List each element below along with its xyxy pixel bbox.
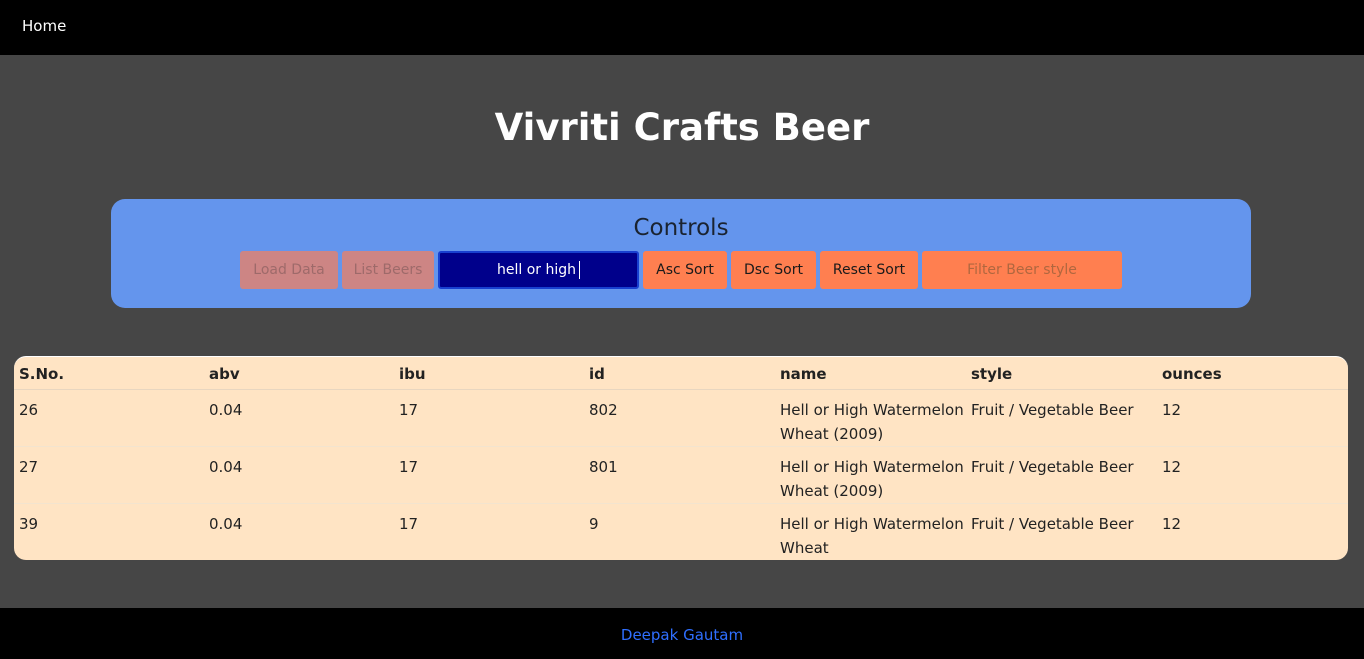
header-id: id [589,365,605,383]
header-name: name [780,365,827,383]
footer: Deepak Gautam [0,608,1364,659]
cell-ibu: 17 [399,515,419,533]
cell-ibu: 17 [399,458,419,476]
controls-panel: Controls Load Data List Beers hell or hi… [111,199,1251,308]
cell-ounces: 12 [1162,401,1182,419]
cell-name: Hell or High Watermelon Wheat (2009) [780,458,964,500]
cell-id: 802 [589,401,618,419]
header-style: style [971,365,1013,383]
cell-ibu: 17 [399,401,419,419]
beer-table: S.No. abv ibu id name style ounces 26 0.… [14,356,1348,560]
asc-sort-button[interactable]: Asc Sort [643,251,727,289]
reset-sort-button[interactable]: Reset Sort [820,251,918,289]
filter-beer-style-input[interactable]: Filter Beer style [922,251,1122,289]
table-row: 39 0.04 17 9 Hell or High Watermelon Whe… [14,504,1348,560]
cell-abv: 0.04 [209,401,243,419]
cell-abv: 0.04 [209,515,243,533]
table-row: 26 0.04 17 802 Hell or High Watermelon W… [14,390,1348,447]
search-input[interactable]: hell or high [438,251,639,289]
cell-style: Fruit / Vegetable Beer [971,401,1134,419]
cell-sno: 27 [19,458,39,476]
controls-title: Controls [633,215,729,241]
cell-id: 9 [589,515,599,533]
nav-home-link[interactable]: Home [22,17,66,35]
cell-ounces: 12 [1162,515,1182,533]
cell-id: 801 [589,458,618,476]
cell-abv: 0.04 [209,458,243,476]
cell-name: Hell or High Watermelon Wheat (2009) [780,401,964,443]
cell-sno: 39 [19,515,39,533]
text-cursor [579,261,580,279]
list-beers-button[interactable]: List Beers [342,251,434,289]
cell-style: Fruit / Vegetable Beer [971,458,1134,476]
cell-sno: 26 [19,401,39,419]
top-navbar: Home [0,0,1364,55]
cell-name: Hell or High Watermelon Wheat [780,515,964,557]
table-header-row: S.No. abv ibu id name style ounces [14,357,1348,390]
table-row: 27 0.04 17 801 Hell or High Watermelon W… [14,447,1348,504]
author-link[interactable]: Deepak Gautam [0,626,1364,644]
load-data-button[interactable]: Load Data [240,251,338,289]
cell-ounces: 12 [1162,458,1182,476]
header-sno: S.No. [19,365,65,383]
filter-placeholder: Filter Beer style [967,262,1077,278]
search-input-value: hell or high [496,262,576,278]
header-ounces: ounces [1162,365,1222,383]
header-abv: abv [209,365,240,383]
header-ibu: ibu [399,365,426,383]
cell-style: Fruit / Vegetable Beer [971,515,1134,533]
page-title: Vivriti Crafts Beer [494,106,870,149]
dsc-sort-button[interactable]: Dsc Sort [731,251,816,289]
